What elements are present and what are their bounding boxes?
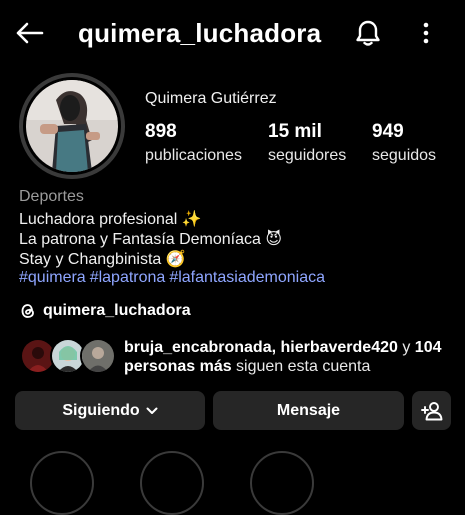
threads-icon [21, 304, 34, 318]
suggested-users-button[interactable] [412, 391, 451, 430]
following-count-label: seguidos [372, 147, 437, 164]
followers-count-label: seguidores [268, 147, 347, 164]
mutual-follower-avatar[interactable] [80, 338, 116, 374]
followers-count[interactable]: 15 mil seguidores [268, 121, 346, 165]
hashtag-link[interactable]: #lapatrona [90, 269, 166, 286]
followed-by-names[interactable]: bruja_encabronada, hierbaverde420 [124, 339, 398, 356]
followed-by-suffix: siguen esta cuenta [231, 358, 371, 375]
notifications-button[interactable] [350, 14, 386, 52]
followed-by-text[interactable]: bruja_encabronada, hierbaverde420 y 104 … [124, 338, 454, 376]
message-button[interactable]: Mensaje [213, 391, 404, 430]
more-options-button[interactable] [410, 14, 442, 52]
following-count[interactable]: 949 seguidos [372, 121, 436, 165]
following-button[interactable]: Siguiendo [15, 391, 205, 430]
posts-count[interactable]: 898 publicaciones [145, 121, 242, 165]
followed-by-connector: y [397, 339, 415, 356]
arrow-left-icon [16, 22, 44, 44]
profile-handle: quimera_luchadora [78, 18, 322, 48]
followers-count-value: 15 mil [268, 121, 322, 142]
threads-handle: quimera_luchadora [43, 302, 191, 319]
avatar-photo [26, 80, 118, 172]
message-button-label: Mensaje [276, 401, 341, 419]
following-count-value: 949 [372, 121, 404, 142]
following-button-label: Siguiendo [62, 401, 140, 419]
full-name: Quimera Gutiérrez [145, 90, 277, 107]
posts-count-label: publicaciones [145, 147, 242, 164]
profile-category: Deportes [19, 188, 84, 205]
hashtag-link[interactable]: #quimera [19, 269, 86, 286]
story-highlight[interactable] [140, 451, 204, 515]
story-highlight[interactable] [30, 451, 94, 515]
bio-hashtags: #quimera #lapatrona #lafantasiademoniaca [19, 269, 329, 287]
bio-line: Stay y Changbinista 🧭 [19, 251, 186, 268]
back-button[interactable] [10, 14, 48, 52]
add-user-icon [420, 401, 442, 420]
more-vertical-icon [423, 22, 429, 44]
bio-line: La patrona y Fantasía Demoníaca 😈 [19, 231, 283, 248]
chevron-down-icon [146, 407, 158, 414]
bio-line: Luchadora profesional ✨ [19, 211, 202, 228]
bell-icon [356, 20, 380, 46]
hashtag-link[interactable]: #lafantasiademoniaca [169, 269, 325, 286]
posts-count-value: 898 [145, 121, 177, 142]
story-highlight[interactable] [250, 451, 314, 515]
profile-avatar[interactable] [19, 73, 125, 179]
threads-profile-link[interactable]: quimera_luchadora [19, 302, 191, 320]
